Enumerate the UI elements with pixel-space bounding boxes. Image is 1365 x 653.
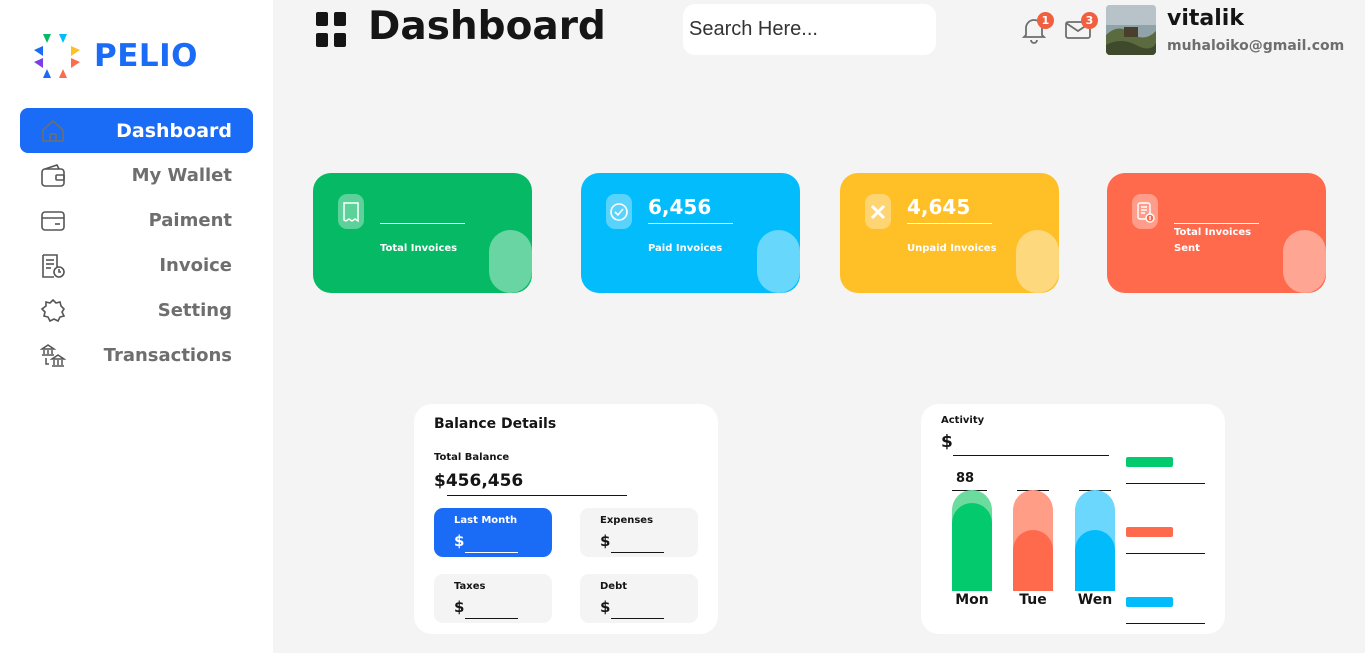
document-dollar-icon bbox=[1132, 194, 1158, 229]
stat-underline bbox=[907, 223, 992, 224]
box-currency: $ bbox=[454, 532, 465, 550]
legend-swatch-wen bbox=[1126, 597, 1173, 607]
stat-card-total-invoices-sent[interactable]: Total Invoices Sent bbox=[1107, 173, 1326, 293]
bank-transfer-icon bbox=[40, 344, 66, 367]
credit-card-icon bbox=[41, 211, 65, 231]
legend-line bbox=[1126, 623, 1205, 624]
legend-line bbox=[1126, 553, 1205, 554]
stat-underline bbox=[380, 223, 465, 224]
sidebar-item-invoice[interactable]: Invoice bbox=[20, 243, 253, 288]
bar-fill-mon bbox=[952, 503, 992, 591]
bar-fill-tue bbox=[1013, 530, 1053, 591]
box-currency: $ bbox=[600, 532, 611, 550]
card-decoration bbox=[1283, 230, 1326, 293]
legend-swatch-tue bbox=[1126, 527, 1173, 537]
last-month-box[interactable]: Last Month $ bbox=[434, 508, 552, 557]
bar-fill-wen bbox=[1075, 530, 1115, 591]
legend-swatch-mon bbox=[1126, 457, 1173, 467]
stat-value: 4,645 bbox=[907, 195, 971, 219]
sidebar-item-dashboard[interactable]: Dashboard bbox=[20, 108, 253, 153]
box-label: Expenses bbox=[600, 515, 654, 526]
sidebar-item-my-wallet[interactable]: My Wallet bbox=[20, 153, 253, 198]
balance-title: Balance Details bbox=[434, 416, 557, 432]
bar-wen bbox=[1075, 490, 1115, 591]
brand-logo[interactable]: PELIO bbox=[34, 30, 198, 82]
bar-label-tue: Tue bbox=[1019, 592, 1047, 608]
box-underline bbox=[611, 552, 664, 553]
sidebar-item-label: Dashboard bbox=[116, 119, 232, 142]
gear-icon bbox=[40, 298, 66, 323]
brand-name: PELIO bbox=[94, 38, 199, 74]
box-label: Taxes bbox=[454, 581, 486, 592]
sidebar-item-label: My Wallet bbox=[131, 165, 232, 186]
notifications-button[interactable]: 1 bbox=[1020, 12, 1054, 44]
activity-currency: $ bbox=[941, 432, 953, 452]
sidebar-item-label: Paiment bbox=[148, 210, 232, 231]
stat-label: Paid Invoices bbox=[648, 243, 723, 254]
box-label: Last Month bbox=[454, 515, 518, 526]
stat-value: 6,456 bbox=[648, 195, 712, 219]
total-balance-value: $456,456 bbox=[434, 471, 524, 491]
bar-label-wen: Wen bbox=[1077, 592, 1113, 608]
notification-count-badge: 1 bbox=[1037, 12, 1054, 29]
stat-label: Total Invoices bbox=[380, 243, 458, 254]
stat-underline bbox=[1174, 223, 1259, 224]
box-underline bbox=[465, 552, 518, 553]
user-name: vitalik bbox=[1167, 6, 1244, 31]
check-circle-icon bbox=[606, 194, 632, 229]
activity-underline bbox=[953, 455, 1109, 456]
bar-mon bbox=[952, 490, 992, 591]
activity-top-value: 88 bbox=[956, 471, 975, 486]
stat-card-total-invoices[interactable]: Total Invoices bbox=[313, 173, 532, 293]
legend-line bbox=[1126, 483, 1205, 484]
sidebar: PELIO Dashboard My Wallet Paiment Invoic… bbox=[0, 0, 273, 653]
invoice-icon bbox=[42, 254, 65, 278]
sidebar-item-transactions[interactable]: Transactions bbox=[20, 333, 253, 378]
taxes-box[interactable]: Taxes $ bbox=[434, 574, 552, 623]
avatar[interactable] bbox=[1106, 5, 1156, 55]
message-count-badge: 3 bbox=[1081, 12, 1098, 29]
expenses-box[interactable]: Expenses $ bbox=[580, 508, 698, 557]
messages-button[interactable]: 3 bbox=[1064, 12, 1098, 44]
wallet-icon bbox=[41, 164, 65, 187]
card-decoration bbox=[1016, 230, 1059, 293]
x-icon bbox=[865, 194, 891, 229]
sidebar-item-paiment[interactable]: Paiment bbox=[20, 198, 253, 243]
box-currency: $ bbox=[454, 598, 465, 616]
stat-label: Unpaid Invoices bbox=[907, 243, 997, 254]
total-balance-label: Total Balance bbox=[434, 452, 510, 463]
stat-label: Total Invoices Sent bbox=[1174, 227, 1252, 254]
debt-box[interactable]: Debt $ bbox=[580, 574, 698, 623]
stat-card-unpaid-invoices[interactable]: 4,645 Unpaid Invoices bbox=[840, 173, 1059, 293]
grid-icon bbox=[316, 12, 346, 47]
stat-underline bbox=[648, 223, 733, 224]
total-balance-underline bbox=[447, 495, 627, 496]
box-underline bbox=[611, 618, 664, 619]
activity-title: Activity bbox=[941, 415, 985, 426]
sidebar-item-label: Transactions bbox=[103, 345, 232, 366]
sidebar-item-setting[interactable]: Setting bbox=[20, 288, 253, 333]
user-email: muhaloiko@gmail.com bbox=[1167, 38, 1345, 54]
logo-mark-icon bbox=[34, 34, 80, 78]
card-decoration bbox=[489, 230, 532, 293]
sidebar-item-label: Invoice bbox=[159, 255, 232, 276]
box-label: Debt bbox=[600, 581, 628, 592]
page-title: Dashboard bbox=[368, 4, 606, 49]
bar-label-mon: Mon bbox=[955, 592, 989, 608]
search-input[interactable] bbox=[683, 4, 936, 55]
box-underline bbox=[465, 618, 518, 619]
stat-card-paid-invoices[interactable]: 6,456 Paid Invoices bbox=[581, 173, 800, 293]
sidebar-item-label: Setting bbox=[157, 300, 232, 321]
home-icon bbox=[42, 119, 64, 142]
card-decoration bbox=[757, 230, 800, 293]
bar-tue bbox=[1013, 490, 1053, 591]
receipt-icon bbox=[338, 194, 364, 229]
balance-details-panel: Balance Details Total Balance $456,456 L… bbox=[414, 404, 718, 634]
box-currency: $ bbox=[600, 598, 611, 616]
